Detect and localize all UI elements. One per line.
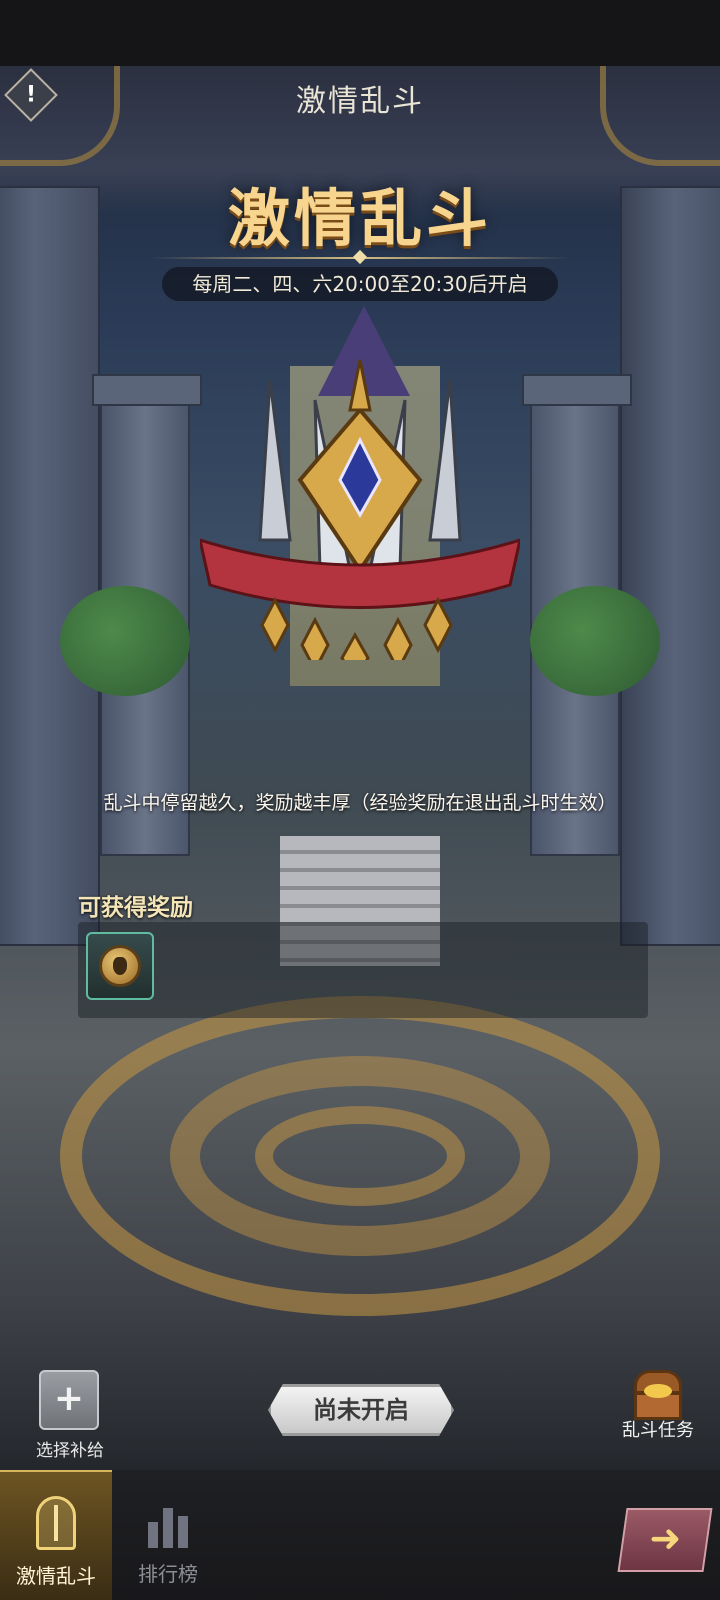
tree-right [530,586,660,696]
status-bar [0,0,720,66]
select-supply-label[interactable]: 选择补给 [22,1436,118,1461]
tab-ranking[interactable]: 排行榜 [112,1470,224,1600]
arrow-right-icon: ➜ [649,1516,682,1560]
reward-label: 可获得奖励 [78,895,193,921]
pillar-right [620,186,720,946]
next-button[interactable]: ➜ [617,1508,713,1572]
not-open-label: 尚未开启 [313,1396,409,1424]
event-title: 激情乱斗 [227,182,492,255]
floor-circle-core [255,1106,465,1206]
skull-coin-icon [99,945,141,987]
brawl-task-button[interactable] [630,1368,686,1422]
chest-gold [644,1384,672,1398]
reward-item[interactable] [86,932,154,1000]
not-open-button[interactable]: 尚未开启 [268,1384,454,1436]
pillar-left [0,186,100,946]
select-supply-button[interactable]: + [39,1370,99,1430]
brawl-emblem-icon [200,359,520,660]
tab-brawl-label: 激情乱斗 [16,1564,96,1588]
tree-left [60,586,190,696]
ranking-icon [148,1494,188,1548]
event-schedule: 每周二、四、六20:00至20:30后开启 [162,267,558,301]
page-title: 激情乱斗 [296,84,424,119]
tab-brawl[interactable]: 激情乱斗 [0,1470,112,1600]
tab-ranking-label: 排行榜 [138,1562,198,1586]
brawl-crest-icon [36,1496,76,1550]
reward-hint: 乱斗中停留越久，奖励越丰厚（经验奖励在退出乱斗时生效） [103,792,617,814]
reward-panel [78,922,648,1018]
plus-icon: + [53,1378,85,1419]
brawl-task-label[interactable]: 乱斗任务 [612,1416,704,1442]
